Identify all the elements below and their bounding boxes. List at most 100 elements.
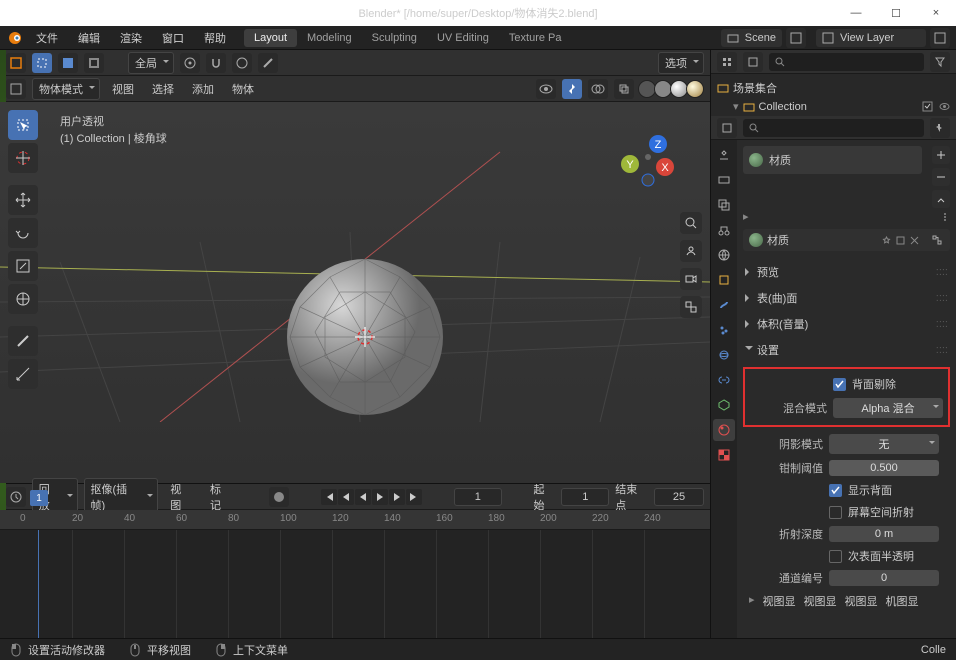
workspace-tab-layout[interactable]: Layout [244,29,297,47]
autokey-toggle[interactable] [269,487,289,507]
add-menu[interactable]: 添加 [186,78,220,100]
snap-button[interactable] [206,53,226,73]
select-all-tool[interactable] [58,53,78,73]
menu-edit[interactable]: 编辑 [70,27,108,49]
gpencil-button[interactable] [258,53,278,73]
tool-transform[interactable] [8,284,38,314]
node-wrangler-icon[interactable] [930,233,944,247]
workspace-tab-sculpting[interactable]: Sculpting [362,29,427,47]
remove-slot-button[interactable] [932,168,950,186]
window-maximize-button[interactable]: ☐ [876,0,916,26]
start-frame-field[interactable]: 1 [561,488,609,506]
panel-settings[interactable]: 设置:::: [743,337,950,363]
end-frame-field[interactable]: 25 [654,488,704,506]
playhead-marker[interactable]: 1 [30,490,48,506]
tab-data[interactable] [713,394,735,416]
object-menu[interactable]: 物体 [226,78,260,100]
blend-mode-dropdown[interactable]: Alpha 混合 [833,398,943,418]
footer-link-1[interactable]: 视图显 [763,593,796,609]
current-frame-field[interactable]: 1 [454,488,502,506]
visibility-eye-icon[interactable] [939,101,950,112]
panel-surface[interactable]: 表(曲)面:::: [743,285,950,311]
tool-select[interactable] [8,110,38,140]
backface-cull-checkbox[interactable] [833,378,846,391]
show-backface-checkbox[interactable] [829,484,842,497]
tab-constraints[interactable] [713,369,735,391]
material-name-field[interactable]: 材质 [743,229,950,251]
editor-type-button[interactable] [6,53,26,73]
menu-help[interactable]: 帮助 [196,27,234,49]
icosphere-mesh[interactable] [280,252,450,422]
viewlayer-new-button[interactable] [930,28,950,48]
menu-window[interactable]: 窗口 [154,27,192,49]
timeline-editor-type[interactable] [6,487,26,507]
tool-scale[interactable] [8,251,38,281]
outliner-panel[interactable]: 场景集合 ▾ Collection [711,74,956,116]
outliner-editor-type[interactable] [717,52,737,72]
tool-rotate[interactable] [8,218,38,248]
expand-toggle[interactable]: ▸ [743,210,749,223]
shadow-mode-dropdown[interactable]: 无 [829,434,939,454]
shading-modes[interactable] [640,80,704,98]
shading-rendered[interactable] [686,80,704,98]
jump-end-button[interactable] [406,489,422,505]
proportional-edit-button[interactable] [232,53,252,73]
select-menu[interactable]: 选择 [146,78,180,100]
viewport-3d[interactable]: 用户透视 (1) Collection | 棱角球 [0,102,710,483]
tool-annotate[interactable] [8,326,38,356]
tab-object[interactable] [713,269,735,291]
mode-dropdown[interactable]: 物体模式 [32,78,100,100]
tool-cursor[interactable] [8,143,38,173]
tab-material[interactable] [713,419,735,441]
transform-orientation-button[interactable] [180,53,200,73]
exclude-checkbox-icon[interactable] [922,101,933,112]
tab-viewlayer[interactable] [713,194,735,216]
tab-scene[interactable] [713,219,735,241]
navigation-gizmo[interactable]: Z Y X [610,122,680,192]
add-slot-button[interactable] [932,146,950,164]
timeline-body[interactable] [0,530,710,638]
properties-search[interactable] [743,119,924,137]
play-button[interactable] [372,489,388,505]
blender-logo-icon[interactable] [6,29,24,47]
prev-key-button[interactable] [338,489,354,505]
select-box-tool[interactable] [32,53,52,73]
tab-world[interactable] [713,244,735,266]
pass-index-field[interactable]: 0 [829,570,939,586]
workspace-tab-uvediting[interactable]: UV Editing [427,29,499,47]
timeline-ruler[interactable]: 0 20 40 60 80 100 120 140 160 180 200 22… [0,510,710,530]
move-view-button[interactable] [680,240,702,262]
slot-menu-button[interactable] [932,190,950,208]
scene-new-button[interactable] [786,28,806,48]
ortho-toggle-button[interactable] [680,296,702,318]
unlink-icon[interactable] [909,235,920,246]
visibility-button[interactable] [536,79,556,99]
panel-preview[interactable]: 预览:::: [743,259,950,285]
viewlayer-selector[interactable]: View Layer [816,29,926,47]
workspace-tab-modeling[interactable]: Modeling [297,29,362,47]
window-close-button[interactable]: × [916,0,956,26]
tab-modifiers[interactable] [713,294,735,316]
tab-output[interactable] [713,169,735,191]
workspace-tab-texture[interactable]: Texture Pa [499,29,572,47]
gizmo-toggle[interactable] [562,79,582,99]
invert-selection-tool[interactable] [84,53,104,73]
tool-measure[interactable] [8,359,38,389]
outliner-search[interactable] [769,53,924,71]
view-menu[interactable]: 视图 [106,78,140,100]
footer-link-4[interactable]: 机图显 [886,593,919,609]
outliner-collection[interactable]: ▾ Collection [717,98,950,115]
clip-threshold-field[interactable]: 0.500 [829,460,939,476]
camera-view-button[interactable] [680,268,702,290]
tab-texture[interactable] [713,444,735,466]
ssr-checkbox[interactable] [829,506,842,519]
pivot-dropdown[interactable]: 全局 [128,52,174,74]
tab-physics[interactable] [713,344,735,366]
overlay-toggle[interactable] [588,79,608,99]
jump-start-button[interactable] [321,489,337,505]
refraction-depth-field[interactable]: 0 m [829,526,939,542]
next-key-button[interactable] [389,489,405,505]
outliner-display-mode[interactable] [743,52,763,72]
outliner-scene-collection[interactable]: 场景集合 [717,78,950,98]
play-reverse-button[interactable] [355,489,371,505]
